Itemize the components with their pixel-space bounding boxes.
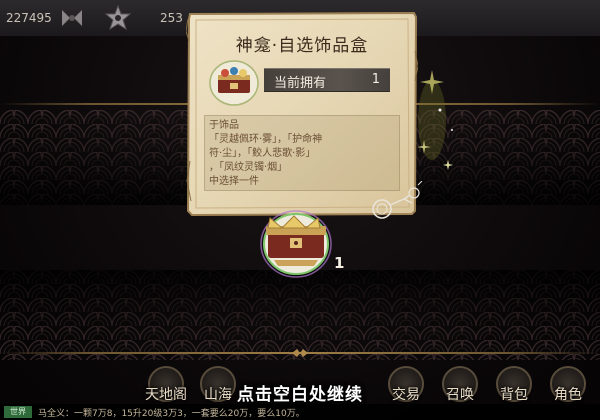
owned-count: 1 — [371, 72, 380, 87]
resource-b-value: 253 — [160, 11, 183, 25]
spirit-gem-icon — [62, 10, 82, 26]
item-description: 于饰品 「灵越佩环·雾」，「护命神 符·尘」，「鲛人悲歌·影」 ，「凤纹灵镯·烟… — [204, 115, 400, 191]
item-detail-popup[interactable]: 神龛·自选饰品盒 当前拥有 1 于饰品 「灵越佩环·雾」，「护命神 符·尘」，「… — [186, 11, 423, 219]
desc-line: 符·尘」，「鲛人悲歌·影」 — [209, 148, 316, 159]
jewelry-box-icon — [209, 60, 259, 106]
popup-title: 神龛·自选饰品盒 — [235, 36, 369, 56]
desc-line: 「灵越佩环·雾」，「护命神 — [209, 134, 323, 145]
chat-message: 马全义：一颗7万8，15升20级3万3，一套要么20万，要么10万。 — [38, 409, 305, 419]
owned-label: 当前拥有 — [274, 76, 327, 91]
chat-channel-tag: 世界 — [4, 406, 32, 418]
desc-line: 中选择一件 — [209, 176, 259, 187]
tassel-ornament-icon — [372, 181, 423, 219]
world-chat-bar[interactable]: 世界 马全义：一颗7万8，15升20级3万3，一套要么20万，要么10万。 — [0, 404, 600, 420]
game-scene[interactable]: 227495 253 神龛·自选饰品盒 当前拥有 1 于饰品 「灵越佩环·雾」，… — [0, 0, 600, 420]
star-crest-icon[interactable] — [104, 4, 132, 32]
desc-line: ，「凤纹灵镯·烟」 — [209, 162, 288, 173]
resource-a-value: 227495 — [6, 11, 52, 25]
owned-count-bar: 当前拥有 1 — [264, 68, 390, 92]
tap-to-continue-hint: 点击空白处继续 — [237, 385, 363, 405]
desc-line: 于饰品 — [209, 120, 239, 131]
chest-count: 1 — [334, 254, 345, 272]
